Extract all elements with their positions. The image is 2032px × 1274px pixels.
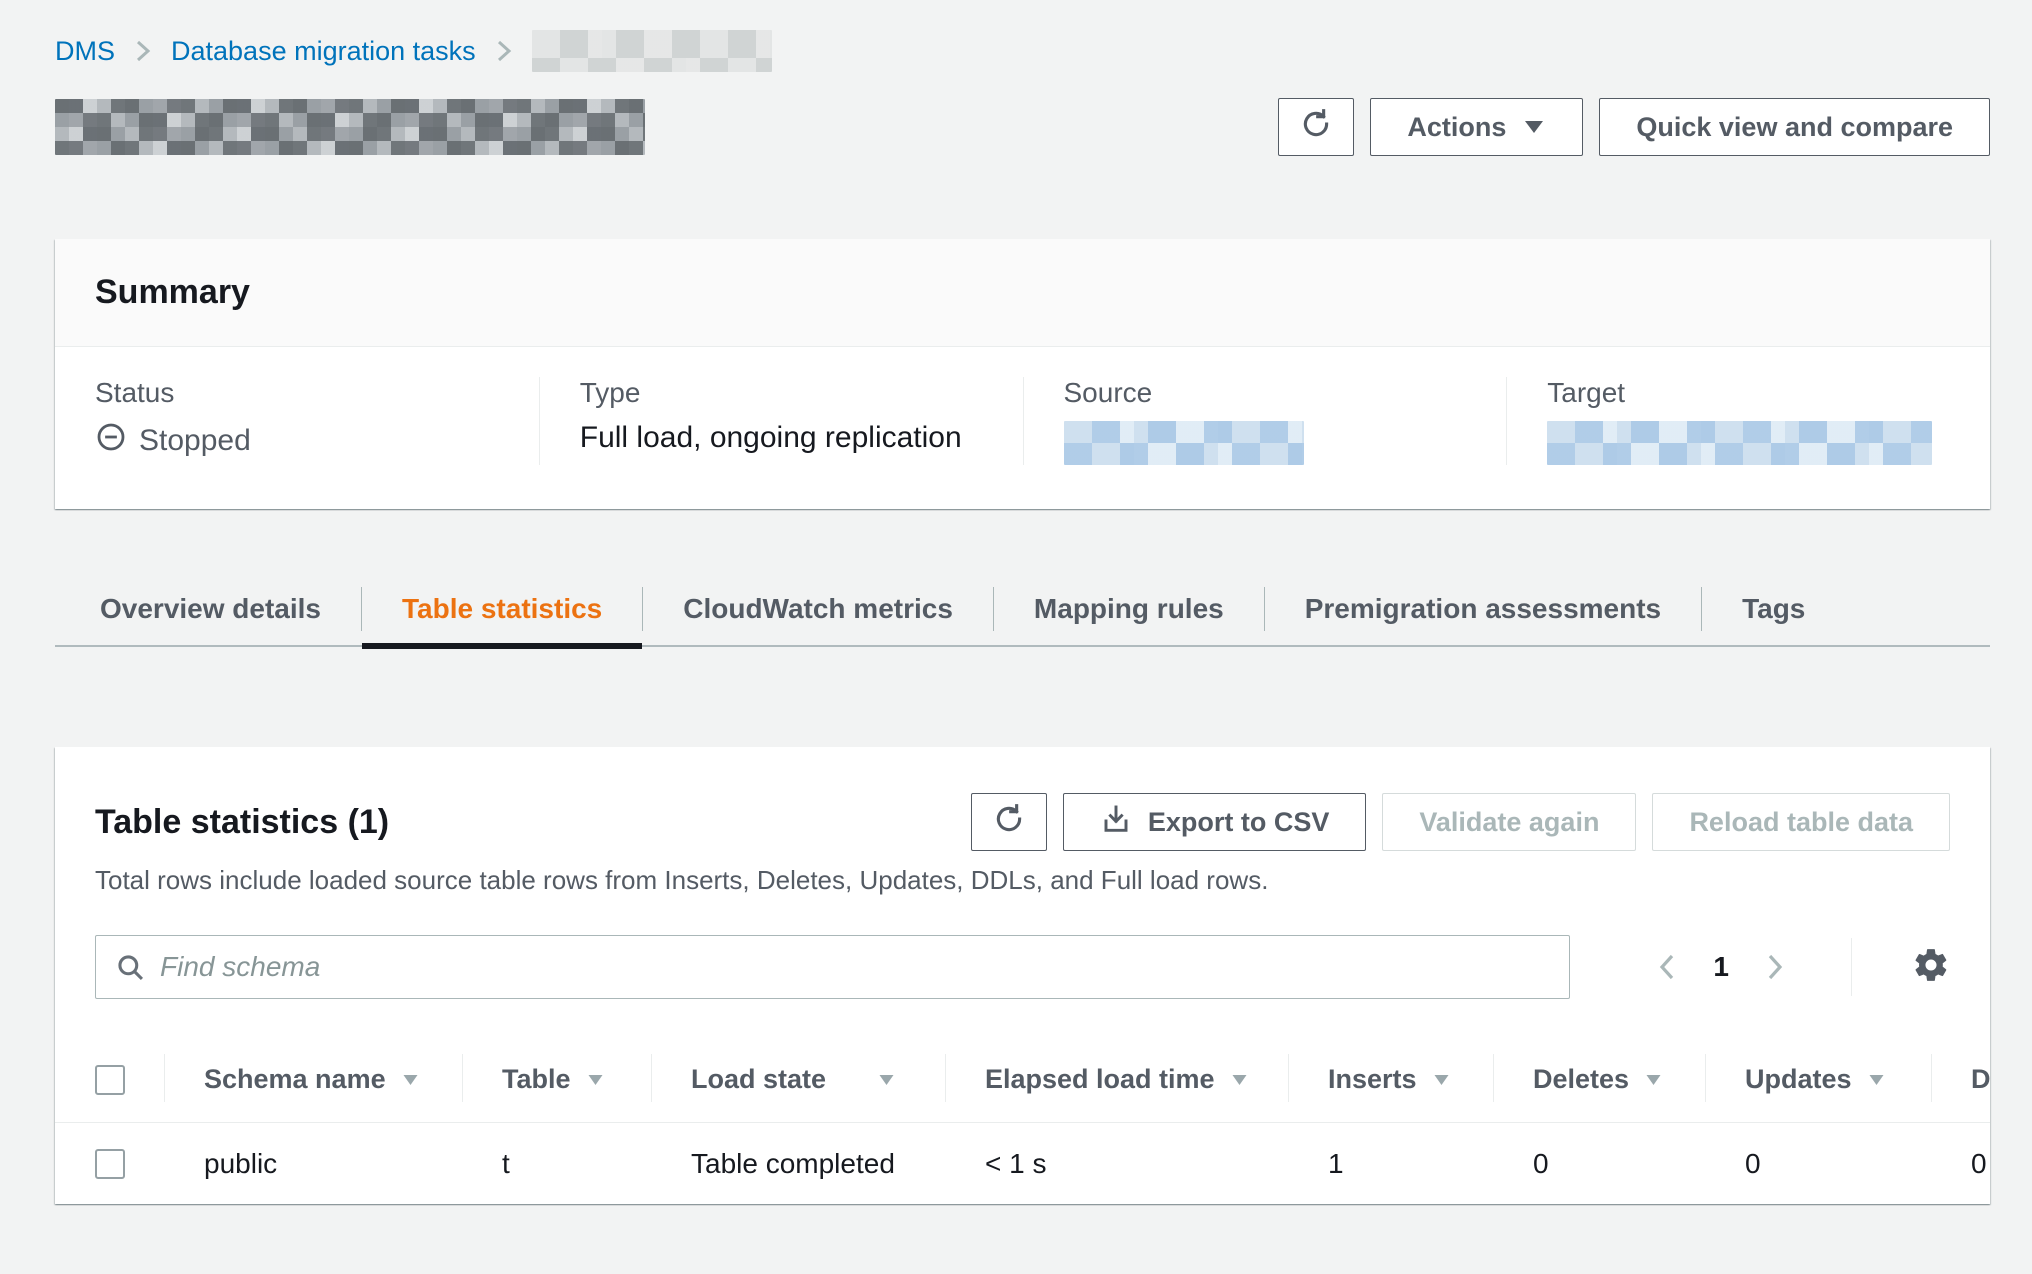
summary-field-source: Source [1023, 377, 1507, 465]
summary-fields: Status Stopped Type Full load, ongoing r… [55, 347, 1990, 509]
table-scroll-area: Schema name Table Load state Elapsed loa… [55, 1037, 1990, 1204]
summary-field-status: Status Stopped [55, 377, 539, 465]
caret-down-icon [1522, 112, 1546, 143]
refresh-button[interactable] [1278, 98, 1354, 156]
column-header-updates[interactable]: Updates [1705, 1037, 1931, 1122]
cell-schema-name: public [164, 1123, 462, 1204]
actions-button-label: Actions [1407, 112, 1506, 143]
tab-overview-details[interactable]: Overview details [55, 573, 361, 645]
sort-icon[interactable] [1866, 1071, 1887, 1089]
breadcrumb: DMS Database migration tasks [55, 0, 1990, 72]
column-header-inserts[interactable]: Inserts [1288, 1037, 1493, 1122]
cell-table: t [462, 1123, 651, 1204]
stopped-circle-minus-icon [95, 421, 127, 461]
tab-tags[interactable]: Tags [1702, 573, 1845, 645]
column-header-load-state[interactable]: Load state [651, 1037, 945, 1122]
sort-icon[interactable] [400, 1071, 421, 1089]
source-value-redacted[interactable] [1064, 421, 1304, 465]
export-button-label: Export to CSV [1148, 807, 1330, 838]
sort-icon[interactable] [1431, 1071, 1452, 1089]
breadcrumb-redacted-task-name [532, 30, 772, 72]
cell-updates: 0 [1705, 1123, 1931, 1204]
cell-ddls: 0 [1931, 1123, 1990, 1204]
breadcrumb-link-tasks[interactable]: Database migration tasks [171, 36, 476, 67]
column-header-table[interactable]: Table [462, 1037, 651, 1122]
quick-view-and-compare-button[interactable]: Quick view and compare [1599, 98, 1990, 156]
table-statistics-panel: Table statistics (1) [55, 747, 1990, 1204]
table-statistics-description: Total rows include loaded source table r… [95, 865, 1950, 895]
search-input[interactable] [95, 935, 1570, 999]
sort-icon[interactable] [585, 1071, 606, 1089]
tab-premigration-assessments[interactable]: Premigration assessments [1265, 573, 1701, 645]
page-title-redacted [55, 99, 645, 155]
table-statistics-table: Schema name Table Load state Elapsed loa… [55, 1037, 1990, 1204]
actions-button[interactable]: Actions [1370, 98, 1583, 156]
column-header-deletes[interactable]: Deletes [1493, 1037, 1705, 1122]
target-value-redacted[interactable] [1547, 421, 1932, 465]
find-schema-search [95, 935, 1570, 999]
row-checkbox[interactable] [95, 1149, 125, 1179]
chevron-right-icon[interactable] [1763, 950, 1787, 984]
sort-icon[interactable] [1229, 1071, 1250, 1089]
sort-icon[interactable] [876, 1071, 897, 1089]
refresh-icon [1299, 107, 1333, 148]
table-header-row: Schema name Table Load state Elapsed loa… [55, 1037, 1990, 1123]
column-header-schema-name[interactable]: Schema name [164, 1037, 462, 1122]
download-icon [1100, 803, 1132, 842]
reload-button-label: Reload table data [1689, 807, 1913, 838]
summary-field-target: Target [1506, 377, 1990, 465]
refresh-icon [992, 802, 1026, 843]
cell-deletes: 0 [1493, 1123, 1705, 1204]
table-statistics-title: Table statistics (1) [95, 803, 389, 842]
pager-divider [1851, 938, 1852, 996]
status-label: Status [95, 377, 509, 409]
breadcrumb-chevron-icon [496, 37, 512, 65]
table-refresh-button[interactable] [971, 793, 1047, 851]
source-label: Source [1064, 377, 1477, 409]
type-value: Full load, ongoing replication [580, 421, 993, 455]
validate-button-label: Validate again [1419, 807, 1599, 838]
settings-button[interactable] [1912, 946, 1950, 989]
summary-title: Summary [95, 273, 1950, 312]
export-to-csv-button[interactable]: Export to CSV [1063, 793, 1367, 851]
summary-panel-header: Summary [55, 239, 1990, 347]
cell-load-state: Table completed [651, 1123, 945, 1204]
current-page-number[interactable]: 1 [1713, 951, 1729, 983]
status-value: Stopped [139, 424, 251, 458]
breadcrumb-link-dms[interactable]: DMS [55, 36, 115, 67]
summary-panel: Summary Status Stopped Type Full load, o… [55, 239, 1990, 509]
table-row[interactable]: public t Table completed < 1 s 1 0 0 0 [55, 1123, 1990, 1204]
page-header: Actions Quick view and compare [55, 98, 1990, 156]
chevron-left-icon[interactable] [1655, 950, 1679, 984]
summary-field-type: Type Full load, ongoing replication [539, 377, 1023, 465]
column-header-elapsed-load-time[interactable]: Elapsed load time [945, 1037, 1288, 1122]
task-detail-tabs: Overview details Table statistics CloudW… [55, 573, 1990, 647]
tab-mapping-rules[interactable]: Mapping rules [994, 573, 1264, 645]
pagination: 1 [1655, 938, 1950, 996]
select-all-checkbox[interactable] [95, 1065, 125, 1095]
cell-inserts: 1 [1288, 1123, 1493, 1204]
gear-icon [1912, 946, 1950, 989]
breadcrumb-chevron-icon [135, 37, 151, 65]
search-icon [115, 952, 147, 989]
quick-view-button-label: Quick view and compare [1636, 112, 1953, 143]
column-header-ddls[interactable]: DDLs [1931, 1037, 1990, 1122]
cell-elapsed-load-time: < 1 s [945, 1123, 1288, 1204]
tab-cloudwatch-metrics[interactable]: CloudWatch metrics [643, 573, 993, 645]
sort-icon[interactable] [1643, 1071, 1664, 1089]
target-label: Target [1547, 377, 1960, 409]
type-label: Type [580, 377, 993, 409]
tab-table-statistics[interactable]: Table statistics [362, 573, 642, 645]
validate-again-button[interactable]: Validate again [1382, 793, 1636, 851]
reload-table-data-button[interactable]: Reload table data [1652, 793, 1950, 851]
